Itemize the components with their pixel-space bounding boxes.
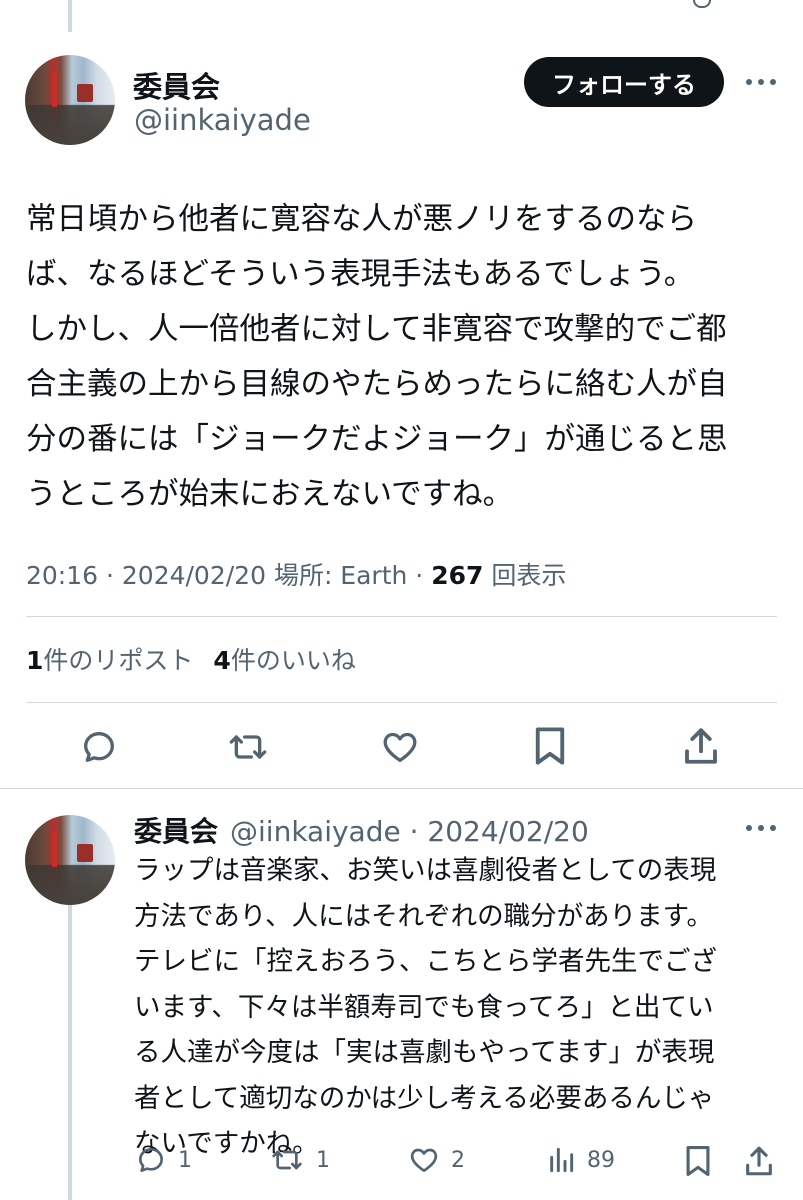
tweet-time[interactable]: 20:16 [26, 561, 98, 590]
user-handle[interactable]: @iinkaiyade [134, 103, 311, 137]
tweet-text: ラップは音楽家、お笑いは喜劇役者としての表現 方法であり、人にはそれぞれの職分が… [134, 855, 717, 1159]
divider [26, 702, 777, 703]
thread-line [68, 905, 72, 1200]
reply-action[interactable]: 1 [134, 1144, 192, 1176]
bookmark-icon[interactable] [532, 725, 568, 767]
more-icon[interactable] [746, 823, 776, 833]
reposts-label: 件のリポスト [43, 646, 194, 675]
reposts-count: 1 [26, 646, 44, 675]
tweet-text: 常日頃から他者に寛容な人が悪ノリをするのなら ば、なるほどそういう表現手法もある… [26, 202, 728, 512]
share-icon[interactable] [744, 1144, 774, 1178]
reply-header: 委員会 @iinkaiyade · 2024/02/20 [134, 810, 589, 850]
avatar[interactable] [25, 55, 115, 145]
heart-icon [410, 1148, 438, 1172]
more-icon[interactable] [746, 77, 776, 87]
share-icon[interactable] [683, 725, 719, 767]
analytics-icon [550, 1147, 574, 1173]
display-name[interactable]: 委員会 [133, 64, 220, 106]
follow-button[interactable]: フォローする [524, 57, 724, 107]
views-label: 回表示 [491, 561, 567, 590]
bookmark-icon[interactable] [683, 1144, 713, 1178]
divider [26, 616, 777, 617]
views-action[interactable]: 89 [545, 1144, 615, 1176]
views-count: 267 [431, 561, 484, 590]
reply-icon[interactable] [79, 727, 119, 767]
likes-count: 4 [213, 646, 231, 675]
reply-icon [139, 1148, 163, 1172]
like-count: 2 [451, 1147, 465, 1173]
avatar[interactable] [25, 815, 115, 905]
repost-icon[interactable] [226, 727, 270, 767]
repost-icon [272, 1150, 302, 1170]
user-handle[interactable]: @iinkaiyade · 2024/02/20 [230, 815, 589, 848]
repost-count: 1 [316, 1147, 330, 1173]
like-action[interactable]: 2 [407, 1144, 465, 1176]
tweet-location: 場所: Earth [273, 561, 408, 590]
avatar-image [25, 815, 115, 905]
reply-count: 1 [178, 1147, 192, 1173]
engagement-stats: 1件のリポスト 4件のいいね [26, 641, 356, 677]
reposts-stat[interactable]: 1件のリポスト [26, 646, 193, 675]
likes-stat[interactable]: 4件のいいね [213, 646, 355, 675]
avatar-image [25, 55, 115, 145]
repost-action[interactable]: 1 [268, 1144, 330, 1176]
tweet-date[interactable]: 2024/02/20 [122, 561, 266, 590]
views-count: 89 [587, 1147, 615, 1173]
heart-icon[interactable] [379, 727, 421, 767]
display-name[interactable]: 委員会 [134, 815, 218, 848]
partial-icon [693, 0, 711, 8]
tweet-meta: 20:16 · 2024/02/20 場所: Earth · 267 回表示 [26, 561, 567, 590]
divider [0, 788, 803, 789]
thread-line [68, 0, 72, 32]
likes-label: 件のいいね [230, 646, 356, 675]
